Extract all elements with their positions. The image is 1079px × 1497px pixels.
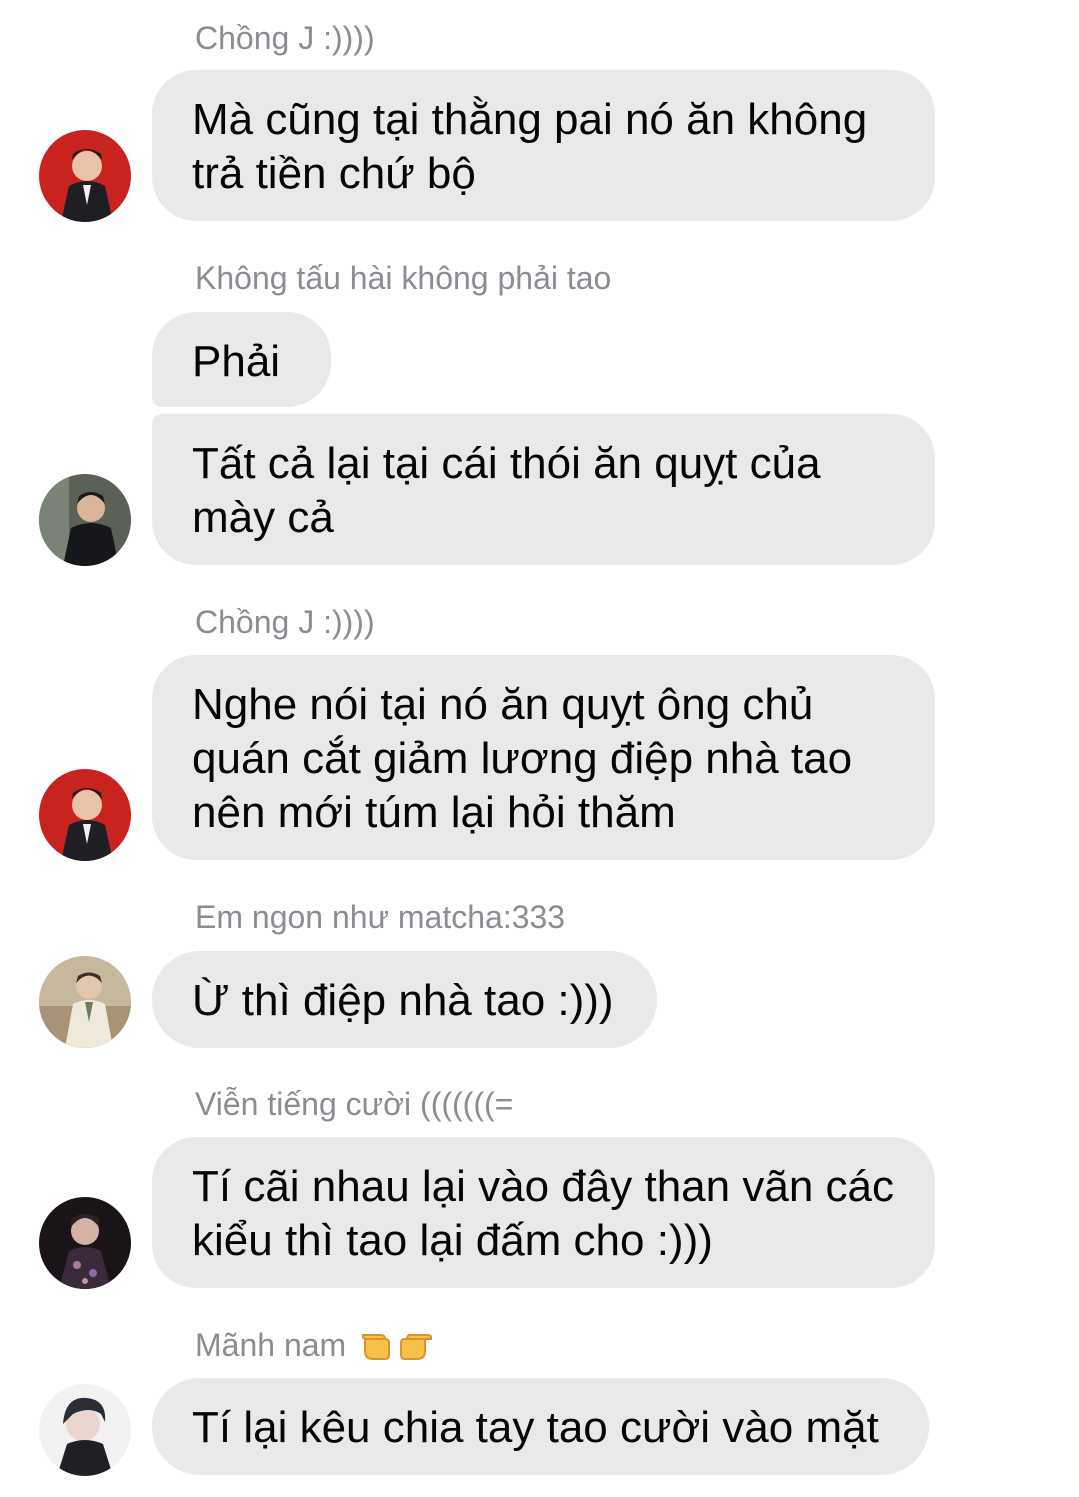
avatar-image bbox=[39, 769, 131, 861]
message-text: Mà cũng tại thằng pai nó ăn không trả ti… bbox=[192, 95, 868, 198]
avatar[interactable] bbox=[39, 130, 131, 222]
message-bubble[interactable]: Tí lại kêu chia tay tao cười vào mặt bbox=[152, 1378, 929, 1475]
pointing-hands-icon bbox=[361, 1325, 439, 1370]
sender-name: Mãnh nam bbox=[195, 1325, 439, 1370]
sender-name: Chồng J :)))) bbox=[195, 604, 375, 640]
sender-name: Em ngon như matcha:333 bbox=[195, 899, 566, 935]
message-bubble[interactable]: Tí cãi nhau lại vào đây than vãn các kiể… bbox=[152, 1137, 935, 1288]
avatar[interactable] bbox=[39, 956, 131, 1048]
sender-name-text: Mãnh nam bbox=[195, 1327, 347, 1363]
message-text: Ừ thì điệp nhà tao :))) bbox=[192, 976, 614, 1025]
message-text: Tất cả lại tại cái thói ăn quỵt của mày … bbox=[192, 439, 821, 542]
avatar-image bbox=[39, 956, 131, 1048]
avatar-image bbox=[39, 130, 131, 222]
avatar-image bbox=[39, 1197, 131, 1289]
message-bubble[interactable]: Mà cũng tại thằng pai nó ăn không trả ti… bbox=[152, 70, 935, 221]
avatar-image bbox=[39, 474, 131, 566]
message-text: Nghe nói tại nó ăn quỵt ông chủ quán cắt… bbox=[192, 680, 853, 837]
sender-name: Viễn tiếng cười (((((((= bbox=[195, 1086, 514, 1122]
sender-name: Không tấu hài không phải tao bbox=[195, 260, 612, 296]
avatar[interactable] bbox=[39, 769, 131, 861]
message-text: Tí cãi nhau lại vào đây than vãn các kiể… bbox=[192, 1162, 894, 1265]
message-bubble[interactable]: Ừ thì điệp nhà tao :))) bbox=[152, 951, 657, 1048]
avatar[interactable] bbox=[39, 1384, 131, 1476]
avatar[interactable] bbox=[39, 1197, 131, 1289]
message-bubble[interactable]: Nghe nói tại nó ăn quỵt ông chủ quán cắt… bbox=[152, 655, 935, 860]
message-bubble[interactable]: Phải bbox=[152, 312, 331, 407]
avatar-image bbox=[39, 1384, 131, 1476]
message-text: Tí lại kêu chia tay tao cười vào mặt bbox=[192, 1403, 879, 1452]
sender-name: Chồng J :)))) bbox=[195, 20, 375, 56]
message-bubble[interactable]: Tất cả lại tại cái thói ăn quỵt của mày … bbox=[152, 414, 935, 565]
avatar[interactable] bbox=[39, 474, 131, 566]
message-text: Phải bbox=[192, 337, 281, 386]
